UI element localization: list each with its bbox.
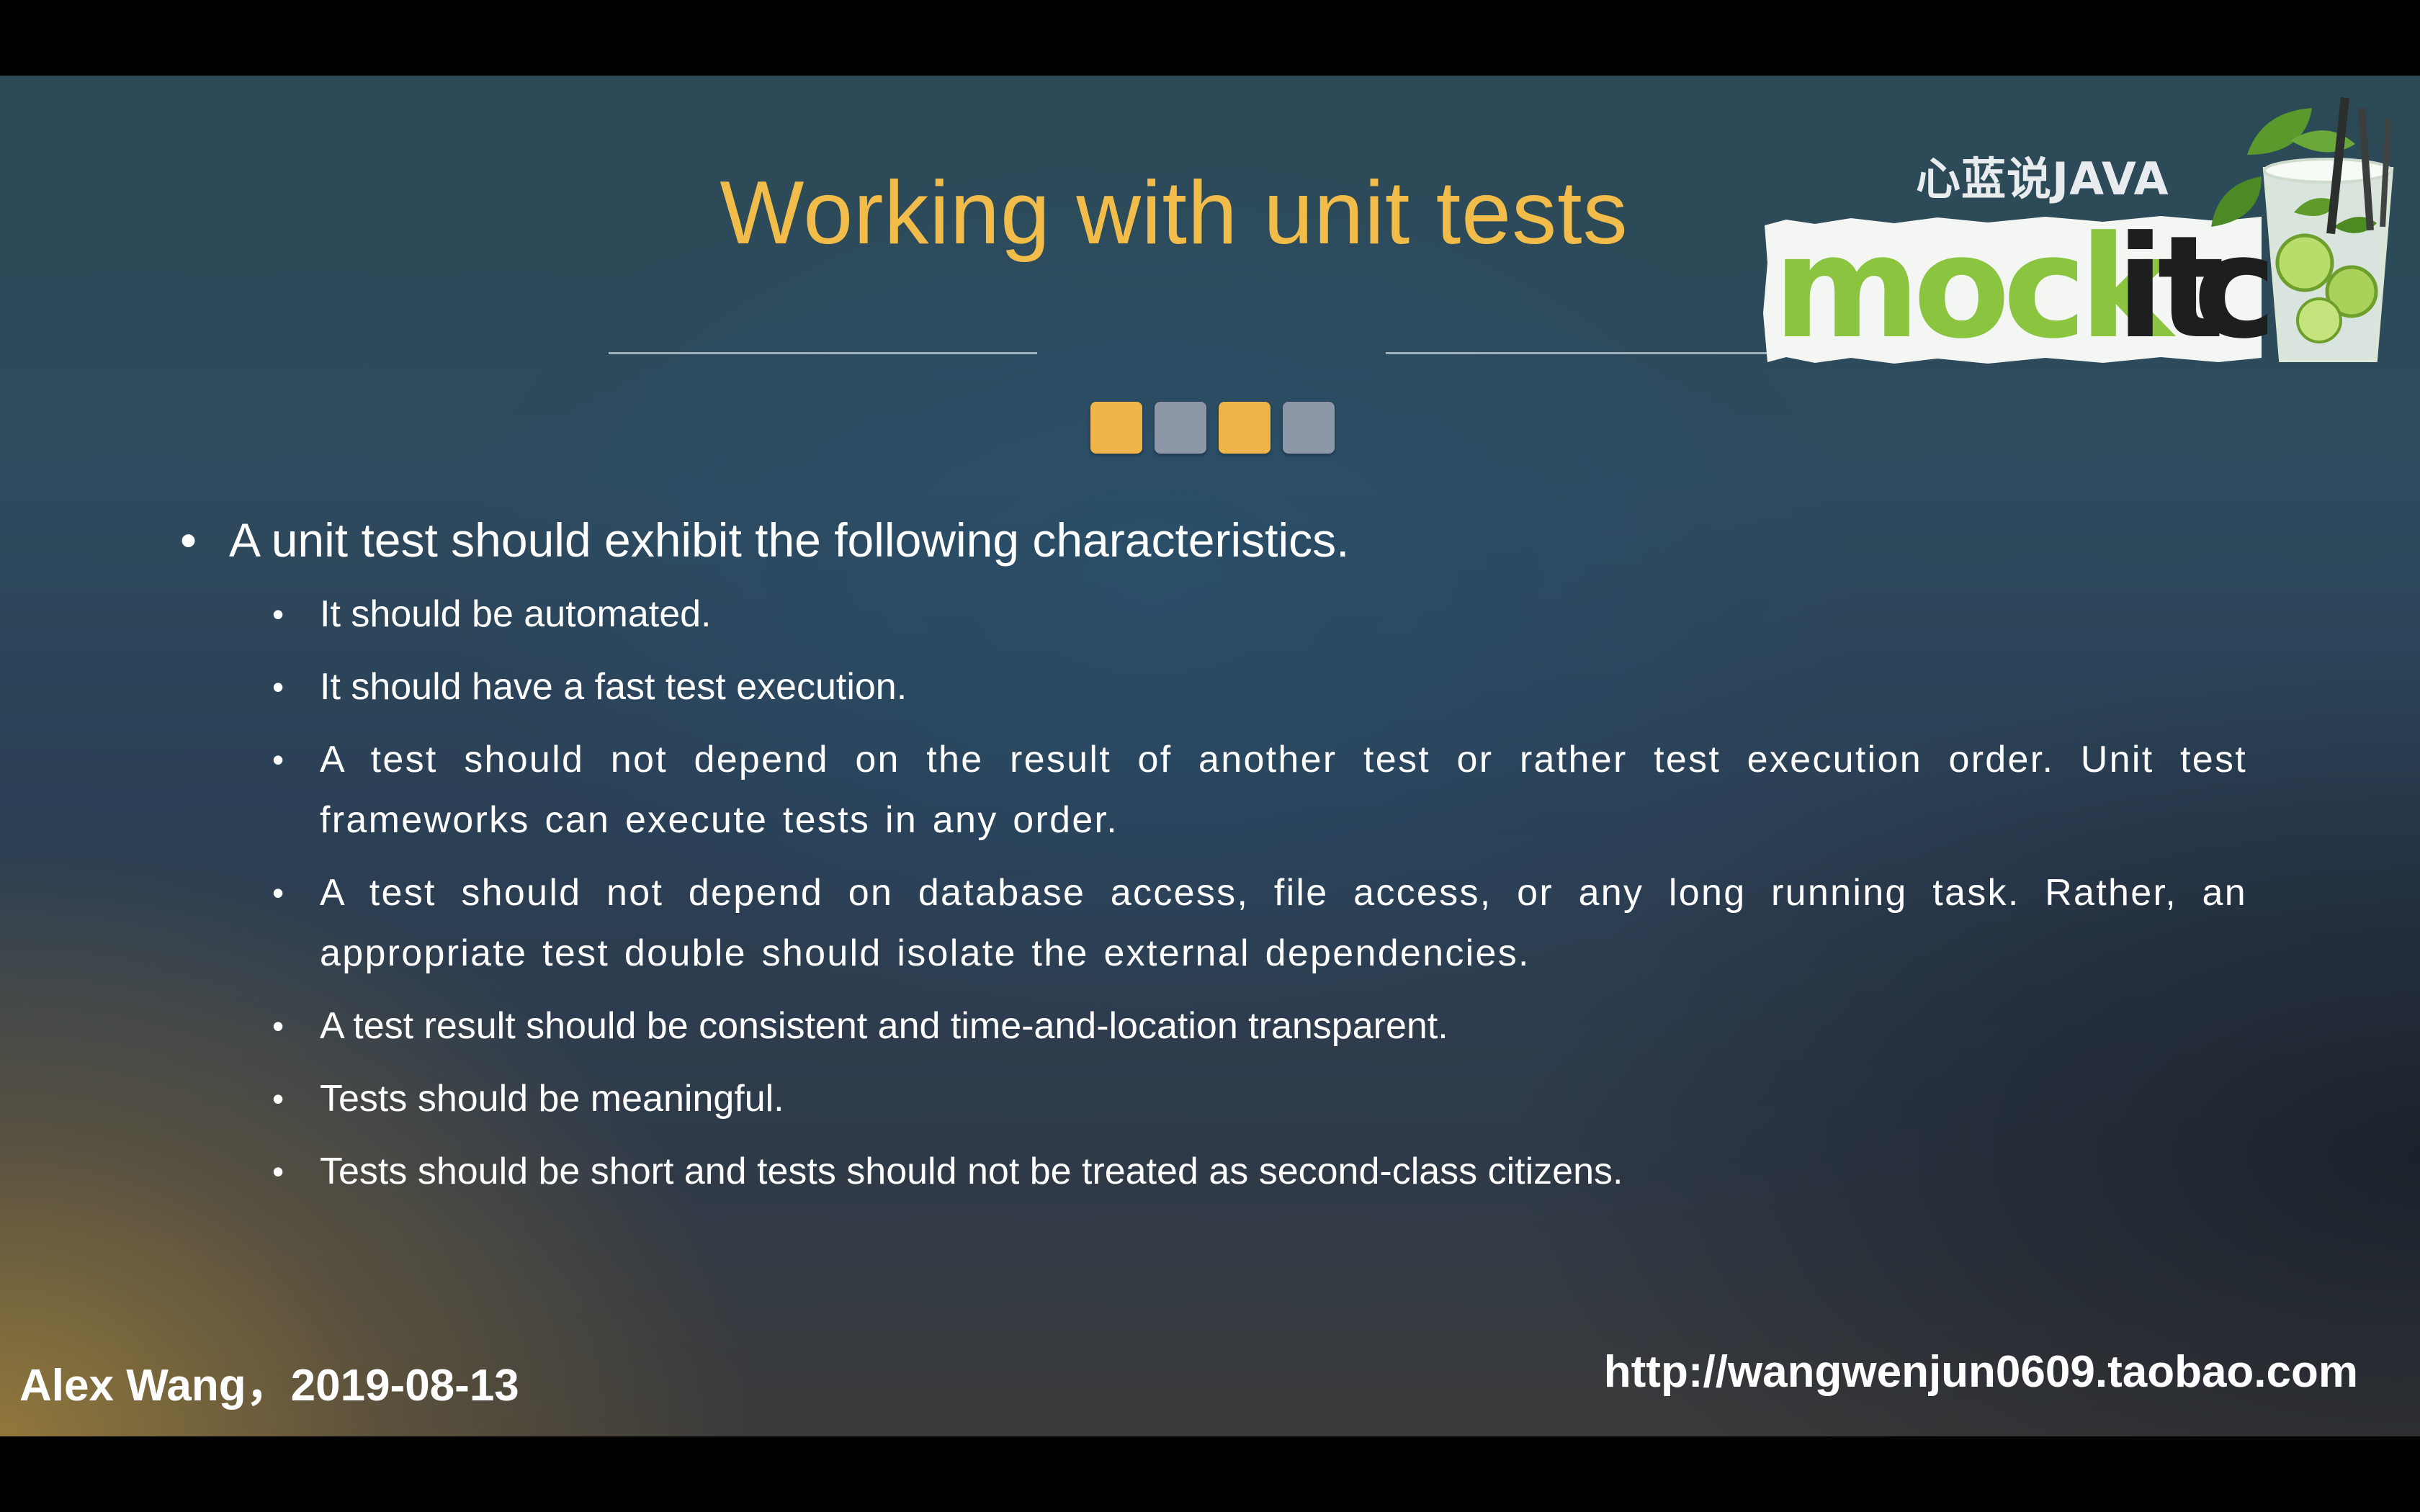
bullet-dot: • bbox=[272, 668, 284, 706]
slide-body: • A unit test should exhibit the followi… bbox=[180, 508, 2246, 1214]
mockito-logo: mock it c bbox=[1763, 96, 2394, 370]
svg-text:c: c bbox=[2193, 206, 2269, 370]
bullet-dot: • bbox=[272, 874, 286, 912]
sub-bullet-text: A test should not depend on the result o… bbox=[320, 739, 2247, 841]
sub-bullet-text: It should be automated. bbox=[320, 593, 712, 635]
sub-bullet: • A test should not depend on the result… bbox=[272, 729, 2247, 850]
sub-bullet: • Tests should be meaningful. bbox=[272, 1068, 2247, 1129]
decor-square-gold bbox=[1090, 402, 1142, 454]
bullet-dot: • bbox=[272, 1007, 284, 1045]
decor-square-grey bbox=[1283, 402, 1335, 454]
main-bullet: • A unit test should exhibit the followi… bbox=[180, 508, 2240, 572]
sub-bullet-text: Tests should be short and tests should n… bbox=[320, 1151, 1623, 1192]
title-divider-right bbox=[1386, 352, 1818, 354]
bullet-dot: • bbox=[272, 1080, 284, 1117]
footer-url: http://wangwenjun0609.taobao.com bbox=[1603, 1347, 2358, 1397]
title-divider-left bbox=[609, 352, 1037, 354]
decor-square-gold bbox=[1219, 402, 1270, 454]
footer-author-date: Alex Wang，2019-08-13 bbox=[19, 1361, 519, 1410]
sub-bullet: • Tests should be short and tests should… bbox=[272, 1141, 2247, 1202]
bullet-dot: • bbox=[272, 595, 284, 633]
slide: Working with unit tests mock it c 心蓝说JAV… bbox=[0, 76, 2420, 1436]
sub-bullet-text: It should have a fast test execution. bbox=[320, 666, 908, 708]
logo-caption: 心蓝说JAVA bbox=[1916, 153, 2169, 205]
sub-bullet: • It should have a fast test execution. bbox=[272, 657, 2247, 717]
bullet-dot: • bbox=[272, 1153, 284, 1190]
sub-bullet-text: Tests should be meaningful. bbox=[320, 1078, 784, 1120]
sub-bullet: • It should be automated. bbox=[272, 584, 2247, 644]
sub-bullet-text: A test result should be consistent and t… bbox=[320, 1005, 1448, 1047]
sub-bullet: • A test result should be consistent and… bbox=[272, 996, 2247, 1056]
sub-bullet: • A test should not depend on database a… bbox=[272, 863, 2247, 984]
bullet-dot: • bbox=[272, 741, 286, 778]
sub-bullet-text: A test should not depend on database acc… bbox=[320, 872, 2247, 974]
video-frame: Working with unit tests mock it c 心蓝说JAV… bbox=[0, 0, 2420, 1512]
main-bullet-text: A unit test should exhibit the following… bbox=[229, 513, 1350, 567]
decor-squares bbox=[1090, 402, 1335, 454]
bullet-dot: • bbox=[180, 513, 197, 567]
decor-square-grey bbox=[1155, 402, 1206, 454]
sub-bullet-list: • It should be automated. • It should ha… bbox=[180, 584, 2246, 1202]
